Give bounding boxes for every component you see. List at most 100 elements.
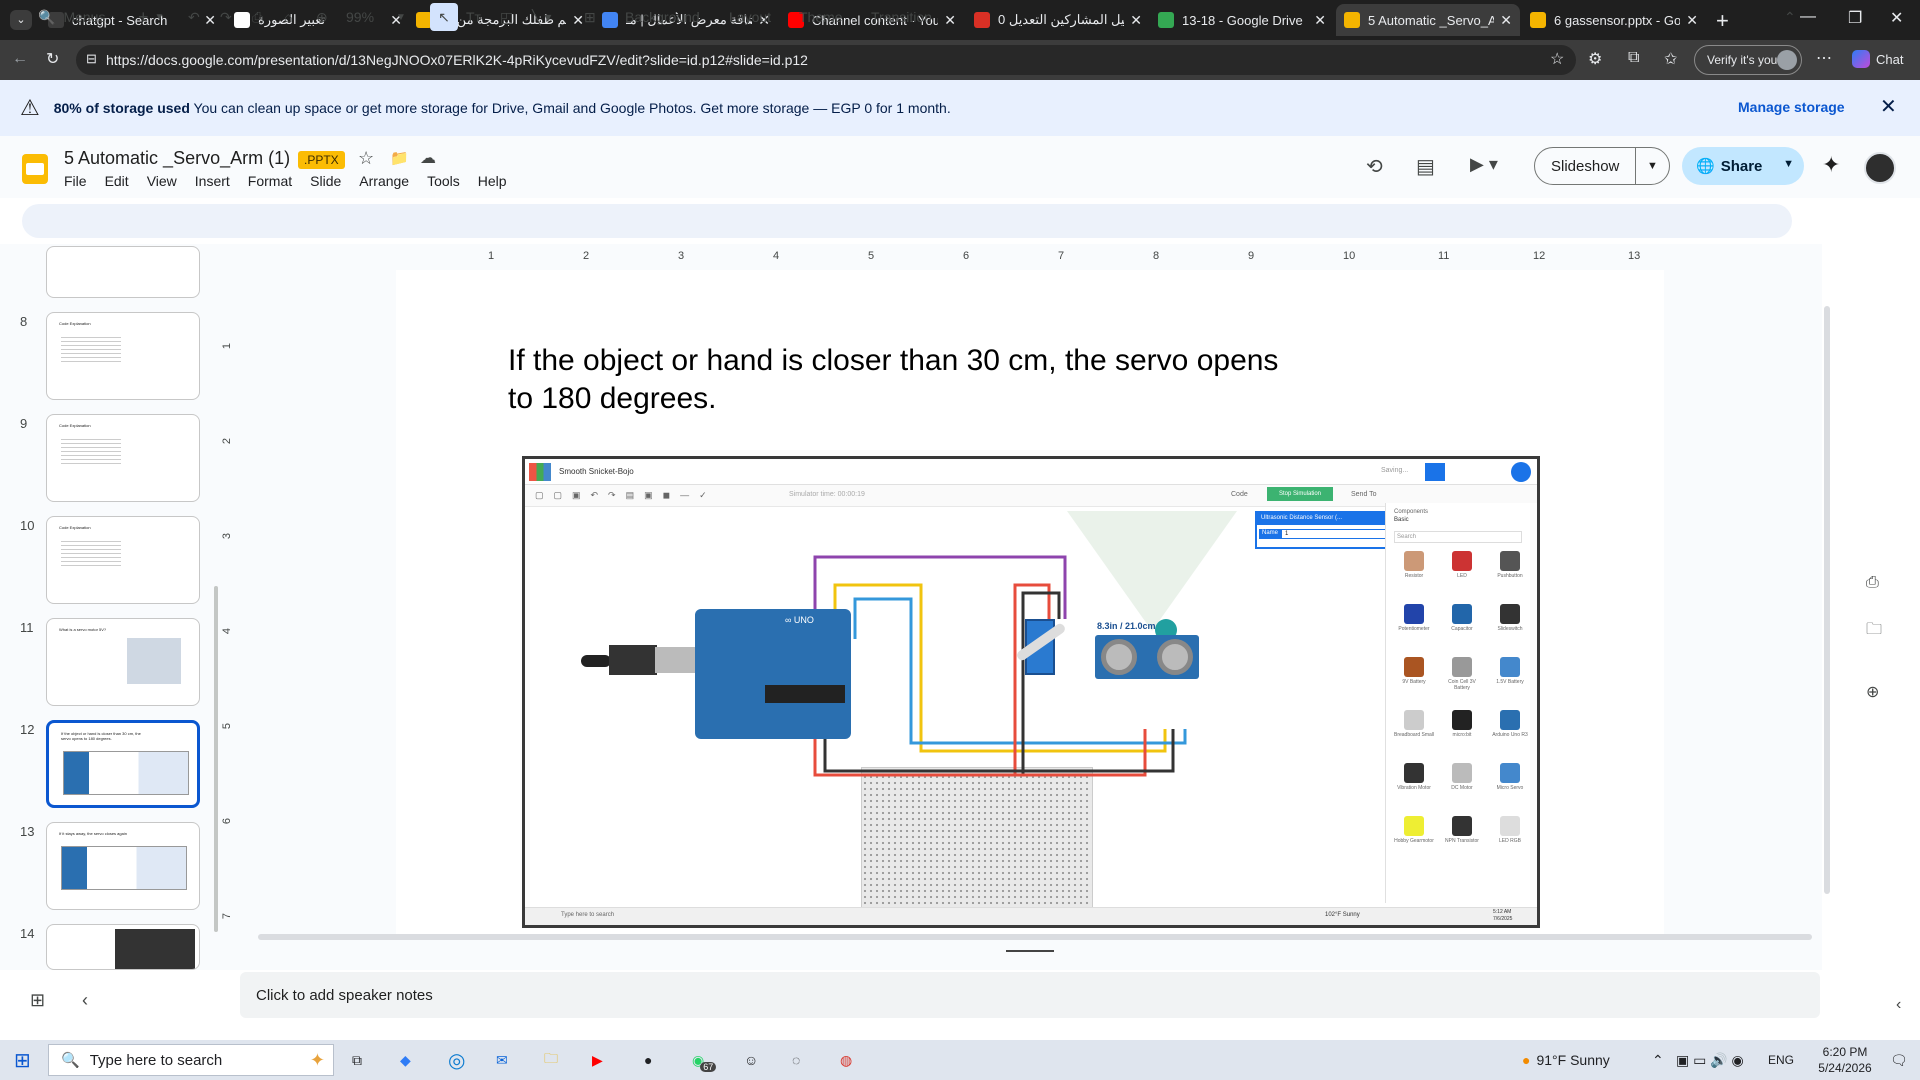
- chrome-icon[interactable]: ◍: [840, 1040, 852, 1080]
- menu-help[interactable]: Help: [478, 173, 507, 189]
- more-menu-icon[interactable]: ⋯: [1816, 48, 1832, 68]
- browser-tab[interactable]: 5 Automatic _Servo_Arm ✕: [1336, 4, 1520, 36]
- url-input[interactable]: https://docs.google.com/presentation/d/1…: [76, 45, 1576, 75]
- slide-thumbnail[interactable]: If the object or hand is closer than 30 …: [46, 720, 200, 808]
- addons-icon[interactable]: ⊕: [1866, 682, 1879, 702]
- browser-tab[interactable]: 13-18 - Google Drive ✕: [1150, 4, 1334, 36]
- paint-format-icon[interactable]: ⌂: [284, 0, 292, 34]
- speaker-notes[interactable]: Click to add speaker notes: [240, 972, 1820, 1018]
- slides-logo-icon[interactable]: [22, 154, 48, 184]
- keep-icon[interactable]: ⎙: [1866, 574, 1879, 592]
- share-button[interactable]: 🌐 Share ▼: [1682, 147, 1804, 185]
- tab-list-dropdown-icon[interactable]: ⌄: [10, 10, 32, 30]
- print-icon[interactable]: ⎙: [252, 0, 263, 34]
- tab-close-icon[interactable]: ✕: [572, 12, 584, 29]
- minimize-window-button[interactable]: —: [1800, 8, 1816, 26]
- menu-edit[interactable]: Edit: [105, 173, 129, 189]
- tab-close-icon[interactable]: ✕: [1686, 12, 1698, 29]
- clock[interactable]: 6:20 PM 5/24/2026: [1808, 1044, 1882, 1076]
- menu-slide[interactable]: Slide: [310, 173, 341, 189]
- language-indicator[interactable]: ENG: [1768, 1040, 1794, 1080]
- layout-button[interactable]: Layout: [729, 0, 771, 34]
- slide-text[interactable]: If the object or hand is closer than 30 …: [508, 342, 1298, 418]
- whatsapp-icon[interactable]: ◉ 67: [692, 1040, 717, 1080]
- theme-button[interactable]: Theme: [799, 0, 843, 34]
- browser-tab[interactable]: دليل المشاركين التعديل 0 ✕: [966, 4, 1150, 36]
- file-explorer-icon[interactable]: 🗀: [544, 1040, 558, 1080]
- app2-icon[interactable]: ☺: [744, 1040, 758, 1080]
- text-box-icon[interactable]: Tт: [466, 0, 481, 34]
- menu-insert[interactable]: Insert: [195, 173, 230, 189]
- document-title[interactable]: 5 Automatic _Servo_Arm (1): [64, 148, 290, 169]
- grid-view-icon[interactable]: ⊞: [30, 990, 45, 1011]
- image-icon[interactable]: ◰: [500, 0, 513, 34]
- youtube-icon[interactable]: ▶: [592, 1040, 603, 1080]
- gemini-icon[interactable]: ✦: [1822, 152, 1840, 178]
- slide-thumbnail[interactable]: Code Explanation: [46, 312, 200, 400]
- add-comment-icon[interactable]: ⊞: [584, 0, 596, 34]
- reload-icon[interactable]: ↻: [46, 49, 59, 69]
- tab-close-icon[interactable]: ✕: [944, 12, 956, 29]
- comments-icon[interactable]: ▤: [1416, 154, 1435, 179]
- collapse-toolbar-icon[interactable]: ⌃: [1784, 0, 1796, 34]
- background-button[interactable]: Background: [625, 0, 700, 34]
- bookmark-star-icon[interactable]: ☆: [1550, 49, 1564, 69]
- new-tab-button[interactable]: +: [1716, 8, 1729, 34]
- slide-thumbnail[interactable]: [46, 924, 200, 970]
- tray-icons[interactable]: ▣ ▭ 🔊 ◉: [1676, 1040, 1744, 1080]
- slideshow-dropdown-icon[interactable]: ▼: [1635, 148, 1669, 184]
- weather-widget[interactable]: ● 91°F Sunny: [1522, 1040, 1610, 1080]
- menu-format[interactable]: Format: [248, 173, 292, 189]
- collapse-filmstrip-icon[interactable]: ‹: [82, 990, 88, 1011]
- drive-folder-icon[interactable]: 🗀: [1866, 618, 1882, 645]
- tab-close-icon[interactable]: ✕: [1130, 12, 1142, 29]
- favorites-icon[interactable]: ✩: [1664, 49, 1677, 69]
- back-icon[interactable]: ←: [12, 50, 28, 68]
- app-icon[interactable]: ●: [644, 1040, 652, 1080]
- redo-icon[interactable]: ↷: [220, 0, 232, 34]
- slide-thumbnail[interactable]: Code Explanation: [46, 516, 200, 604]
- split-view-icon[interactable]: ⧉: [1628, 49, 1639, 67]
- tab-close-icon[interactable]: ✕: [1500, 12, 1512, 29]
- windows-start-icon[interactable]: ⊞: [14, 1040, 31, 1080]
- close-banner-icon[interactable]: ✕: [1880, 94, 1897, 119]
- browser-tab[interactable]: 6 gassensor.pptx - Goog ✕: [1522, 4, 1706, 36]
- canvas-scrollbar-v[interactable]: [1824, 306, 1830, 894]
- move-folder-icon[interactable]: 📁: [390, 149, 409, 167]
- version-history-icon[interactable]: ⟲: [1366, 154, 1383, 179]
- simulator-screenshot[interactable]: Smooth Snicket-Bojo Saving... ▢▢▣↶↷▤▣◼—✓…: [522, 456, 1540, 928]
- manage-storage-link[interactable]: Manage storage: [1738, 99, 1845, 115]
- new-slide-button[interactable]: + ▼: [138, 0, 164, 34]
- transition-button[interactable]: Transition: [871, 0, 932, 34]
- undo-icon[interactable]: ↶: [188, 0, 200, 34]
- edge-icon[interactable]: ◎: [448, 1040, 465, 1080]
- outlook-icon[interactable]: ✉: [496, 1040, 508, 1080]
- select-tool-icon[interactable]: ↖: [430, 3, 458, 31]
- star-icon[interactable]: ☆: [358, 148, 374, 169]
- task-view-icon[interactable]: ⧉: [352, 1040, 362, 1080]
- menu-file[interactable]: File: [64, 173, 87, 189]
- tray-chevron-icon[interactable]: ⌃: [1652, 1040, 1664, 1080]
- zoom-select[interactable]: 99% ▼: [346, 0, 406, 34]
- notifications-icon[interactable]: 🗨: [1890, 1040, 1908, 1080]
- taskbar-search[interactable]: 🔍 Type here to search ✦: [48, 1044, 334, 1076]
- slide-thumbnail-7[interactable]: [46, 246, 200, 298]
- maximize-window-button[interactable]: ❐: [1848, 8, 1862, 28]
- slide-thumbnail[interactable]: If it stays away, the servo closes again: [46, 822, 200, 910]
- copilot-chat-button[interactable]: Chat: [1852, 50, 1903, 68]
- menu-tools[interactable]: Tools: [427, 173, 460, 189]
- app3-icon[interactable]: ◌: [792, 1040, 800, 1080]
- copilot-taskbar-icon[interactable]: ◆: [400, 1040, 411, 1080]
- zoom-icon[interactable]: ⊕: [316, 0, 328, 34]
- extensions-icon[interactable]: ⚙: [1588, 49, 1602, 69]
- menus-search[interactable]: 🔍 Menus: [38, 0, 105, 34]
- menu-view[interactable]: View: [147, 173, 177, 189]
- slide-thumbnail[interactable]: Code Explanation: [46, 414, 200, 502]
- notes-resize-handle[interactable]: [1006, 950, 1054, 952]
- tab-close-icon[interactable]: ✕: [1314, 12, 1326, 29]
- close-window-button[interactable]: ✕: [1890, 8, 1903, 28]
- tab-close-icon[interactable]: ✕: [204, 12, 216, 29]
- share-dropdown-icon[interactable]: ▼: [1783, 158, 1794, 170]
- slideshow-button[interactable]: Slideshow ▼: [1534, 147, 1670, 185]
- line-tool-icon[interactable]: ╲ ▾: [532, 0, 551, 34]
